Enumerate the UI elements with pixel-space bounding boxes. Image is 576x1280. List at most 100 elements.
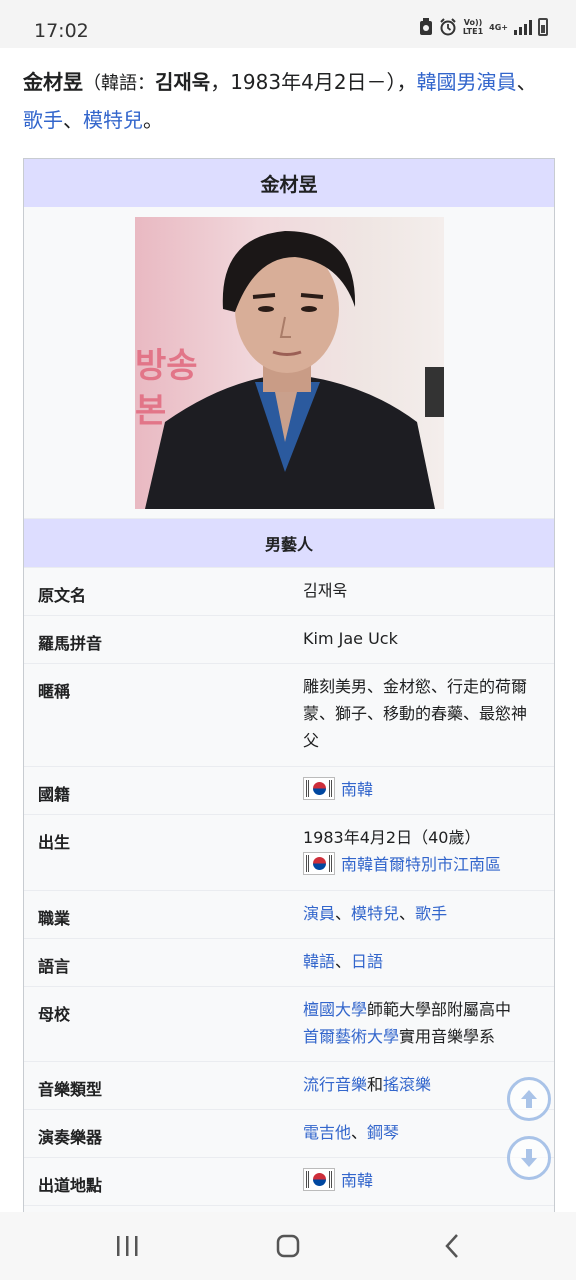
row-value: 檀國大學師範大學部附屬高中首爾藝術大學實用音樂學系 [303,987,540,1061]
infobox-row-original-name: 原文名 김재욱 [24,567,554,615]
battery-icon [538,18,548,36]
status-icons: Vo)) LTE1 4G+ [419,18,548,36]
lead-dates: ，1983年4月2日－） [210,70,397,94]
link-singer[interactable]: 歌手 [415,904,447,923]
row-value: 1983年4月2日（40歲） 南韓首爾特別市江南區 [303,815,540,890]
infobox: 金材昱 방송 본 男藝人 原文名 김재욱 羅馬拼音 Kim Jae Uck 暱稱… [23,158,555,1212]
infobox-row-language: 語言 韓語、日語 [24,938,554,986]
lead-sep: ， [396,70,417,94]
link-korean-actor[interactable]: 韓國男演員 [417,70,517,94]
infobox-row-genre: 音樂類型 流行音樂和搖滾樂 [24,1061,554,1109]
row-label: 出道地點 [38,1176,103,1195]
row-label: 羅馬拼音 [38,634,103,653]
portrait-illustration: 방송 본 [135,230,444,509]
infobox-image-cell: 방송 본 [24,207,554,519]
link-birthplace[interactable]: 南韓首爾特別市江南區 [341,855,501,874]
link-korean-language[interactable]: 韓語 [303,952,335,971]
status-time: 17:02 [34,20,89,42]
volte-indicator: Vo)) LTE1 [462,18,484,36]
home-icon [276,1234,300,1258]
link-electric-guitar[interactable]: 電吉他 [303,1123,351,1142]
row-label: 暱稱 [38,682,71,701]
row-value: 演員、模特兒、歌手 [303,891,540,938]
link-rock-music[interactable]: 搖滾樂 [383,1075,431,1094]
row-value: 雕刻美男、金材慾、行走的荷爾蒙、獅子、移動的春藥、最慾神父 [303,677,528,750]
separator: 、 [335,904,352,923]
arrow-down-icon [521,1149,537,1167]
lead-name: 金材昱 [23,70,83,94]
link-south-korea[interactable]: 南韓 [341,780,373,799]
row-value: 電吉他、鋼琴 [303,1110,540,1157]
signal-strength-icon [514,19,532,35]
birth-date: 1983年4月2日（40歲） [303,828,481,847]
connector-text: 和 [367,1075,384,1094]
alarm-icon [440,18,456,36]
recent-apps-icon [117,1236,138,1256]
lead-korean-label: （韓語： [83,73,155,94]
portrait-photo[interactable]: 방송 본 [134,216,444,509]
infobox-row-instruments: 演奏樂器 電吉他、鋼琴 [24,1109,554,1157]
link-south-korea[interactable]: 南韓 [341,1171,373,1190]
row-value: 韓語、日語 [303,939,540,986]
row-label: 母校 [38,1005,71,1024]
infobox-row-romanization: 羅馬拼音 Kim Jae Uck [24,615,554,663]
infobox-title: 金材昱 [24,159,554,207]
system-nav-bar [0,1212,576,1280]
alma-mater-text: 實用音樂學系 [399,1027,496,1046]
row-label: 國籍 [38,785,71,804]
scroll-to-top-button[interactable] [507,1077,551,1121]
link-dankook-university[interactable]: 檀國大學 [303,1000,367,1019]
row-value: 南韓 [303,767,540,814]
infobox-section-header: 男藝人 [24,519,554,567]
row-value: 김재욱 [303,581,348,600]
link-seoul-institute-of-arts[interactable]: 首爾藝術大學 [303,1027,399,1046]
lead-end: 。 [143,108,163,132]
row-value: 流行音樂和搖滾樂 [303,1062,540,1109]
alma-mater-text: 師範大學部附屬高中 [367,1000,512,1019]
row-label: 演奏樂器 [38,1128,103,1147]
recent-apps-button[interactable] [112,1232,142,1260]
row-label: 音樂類型 [38,1080,103,1099]
infobox-row-occupation: 職業 演員、模特兒、歌手 [24,890,554,938]
svg-text:본: 본 [135,391,166,431]
separator: 、 [399,904,416,923]
link-piano[interactable]: 鋼琴 [367,1123,399,1142]
lead-korean-name: 김재욱 [155,70,211,94]
infobox-row-nickname: 暱稱 雕刻美男、金材慾、行走的荷爾蒙、獅子、移動的春藥、最慾神父 [24,663,554,766]
link-actor[interactable]: 演員 [303,904,335,923]
screenshot-icon [419,18,432,35]
infobox-row-partial [24,1205,554,1212]
scroll-to-bottom-button[interactable] [507,1136,551,1180]
svg-text:방송: 방송 [135,346,198,386]
lead-sep: 、 [516,70,537,94]
row-label: 原文名 [38,586,87,605]
home-button[interactable] [273,1232,303,1260]
link-model[interactable]: 模特兒 [351,904,399,923]
infobox-row-debut-location: 出道地點 南韓 [24,1157,554,1205]
south-korea-flag-icon [303,777,335,800]
south-korea-flag-icon [303,852,335,875]
article-content: 金材昱（韓語：김재욱，1983年4月2日－），韓國男演員、歌手、模特兒。 金材昱… [0,48,576,1212]
link-model[interactable]: 模特兒 [83,108,143,132]
separator: 、 [351,1123,368,1142]
row-value: Kim Jae Uck [303,629,398,648]
lead-sep: 、 [63,108,83,132]
link-japanese-language[interactable]: 日語 [351,952,383,971]
infobox-row-birth: 出生 1983年4月2日（40歲） 南韓首爾特別市江南區 [24,814,554,890]
back-chevron-icon [445,1234,458,1258]
status-bar: 17:02 Vo)) LTE1 4G+ [0,0,576,48]
back-button[interactable] [437,1232,467,1260]
row-label: 職業 [38,909,71,928]
separator: 、 [335,952,352,971]
link-pop-music[interactable]: 流行音樂 [303,1075,367,1094]
infobox-row-alma-mater: 母校 檀國大學師範大學部附屬高中首爾藝術大學實用音樂學系 [24,986,554,1061]
south-korea-flag-icon [303,1168,335,1191]
infobox-row-nationality: 國籍 南韓 [24,766,554,814]
network-type-indicator: 4G+ [489,22,508,32]
link-singer[interactable]: 歌手 [23,108,63,132]
row-label: 語言 [38,957,71,976]
lead-paragraph: 金材昱（韓語：김재욱，1983年4月2日－），韓國男演員、歌手、模特兒。 [23,64,548,138]
row-value: 南韓 [303,1158,540,1205]
row-label: 出生 [38,833,71,852]
arrow-up-icon [521,1090,537,1108]
